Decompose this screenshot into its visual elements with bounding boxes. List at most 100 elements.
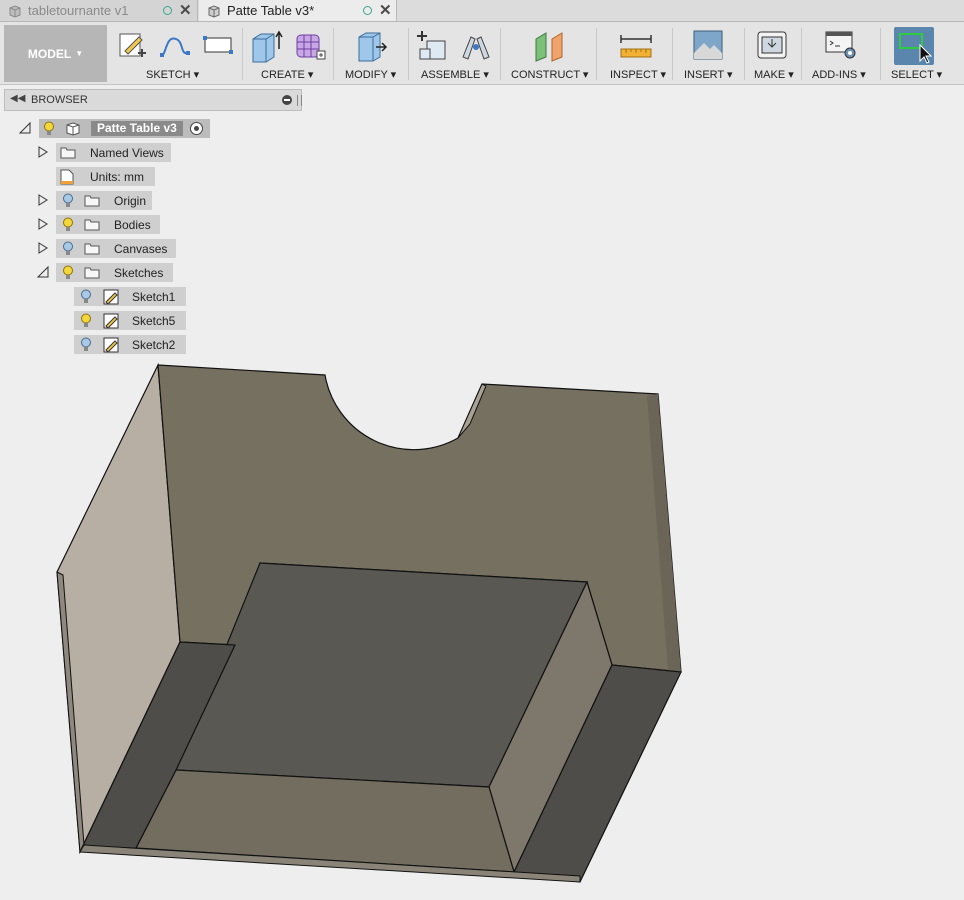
- group-label: MODIFY: [345, 69, 388, 81]
- browser-node-sketches[interactable]: Sketches: [56, 263, 173, 282]
- chevron-down-icon: ▼: [75, 49, 84, 58]
- node-label: Canvases: [114, 242, 168, 256]
- browser-title: BROWSER: [31, 94, 88, 106]
- light-bulb-off-icon[interactable]: [62, 193, 74, 208]
- main-toolbar: MODEL ▼ SKETCH ▾ CREATE ▾ MODIFY ▾ ASSEMB…: [0, 22, 964, 85]
- document-cube-icon: [66, 122, 80, 136]
- tab-tabletournante[interactable]: tabletournante v1 ✕: [0, 0, 198, 21]
- tab-patte-table[interactable]: Patte Table v3* ✕: [199, 0, 397, 21]
- group-label: SELECT: [891, 69, 934, 81]
- group-label: ADD-INS: [812, 69, 858, 81]
- browser-node-sketch5[interactable]: Sketch5: [74, 311, 186, 330]
- collapse-browser-icon[interactable]: ◀◀: [10, 93, 25, 104]
- rectangle-icon[interactable]: [202, 29, 234, 61]
- close-tab-icon[interactable]: ✕: [179, 1, 192, 19]
- toolbar-divider: [333, 28, 334, 80]
- group-label: INSERT: [684, 69, 724, 81]
- modify-group-menu[interactable]: MODIFY ▾: [345, 68, 396, 81]
- collapsed-triangle-icon[interactable]: [36, 145, 50, 159]
- press-pull-icon[interactable]: [354, 29, 388, 63]
- minimize-panel-icon[interactable]: [282, 95, 292, 105]
- browser-node-canvases[interactable]: Canvases: [56, 239, 176, 258]
- folder-icon: [60, 147, 76, 159]
- group-label: SKETCH: [146, 69, 191, 81]
- 3d-viewport[interactable]: [0, 345, 964, 900]
- create-group-menu[interactable]: CREATE ▾: [261, 68, 313, 81]
- panel-grip-handle[interactable]: [297, 95, 302, 106]
- browser-root-node[interactable]: Patte Table v3: [39, 119, 210, 138]
- insert-group-menu[interactable]: INSERT ▾: [684, 68, 733, 81]
- document-tab-bar: tabletournante v1 ✕ Patte Table v3* ✕: [0, 0, 964, 22]
- workspace-switcher-button[interactable]: MODEL ▼: [4, 25, 107, 82]
- offset-plane-icon[interactable]: [532, 29, 568, 63]
- sync-status-icon: [163, 6, 172, 15]
- light-bulb-on-icon[interactable]: [43, 121, 55, 136]
- insert-image-icon[interactable]: [692, 29, 724, 61]
- light-bulb-off-icon[interactable]: [62, 241, 74, 256]
- group-label: ASSEMBLE: [421, 69, 481, 81]
- node-label: Named Views: [90, 146, 164, 160]
- construct-group-menu[interactable]: CONSTRUCT ▾: [511, 68, 588, 81]
- root-label: Patte Table v3: [91, 121, 183, 136]
- folder-icon: [84, 267, 100, 279]
- light-bulb-on-icon[interactable]: [62, 217, 74, 232]
- sketch-icon: [103, 289, 119, 305]
- activate-radio-icon[interactable]: [189, 121, 204, 136]
- extrude-icon[interactable]: [250, 29, 284, 63]
- node-label: Origin: [114, 194, 147, 208]
- sketch-group-menu[interactable]: SKETCH ▾: [146, 68, 199, 81]
- toolbar-divider: [672, 28, 673, 80]
- inspect-group-menu[interactable]: INSPECT ▾: [610, 68, 666, 81]
- node-label: Sketch5: [132, 314, 176, 328]
- sync-status-icon: [363, 6, 372, 15]
- toolbar-divider: [880, 28, 881, 80]
- folder-icon: [84, 195, 100, 207]
- add-ins-group-menu[interactable]: ADD-INS ▾: [812, 68, 866, 81]
- folder-icon: [84, 219, 100, 231]
- expanded-triangle-icon[interactable]: [36, 265, 50, 279]
- form-icon[interactable]: [293, 29, 327, 63]
- browser-node-sketch1[interactable]: Sketch1: [74, 287, 186, 306]
- spline-icon[interactable]: [158, 29, 192, 61]
- document-cube-icon: [9, 4, 21, 18]
- units-document-icon: [60, 169, 74, 185]
- browser-node-origin[interactable]: Origin: [56, 191, 152, 210]
- tab-label: Patte Table v3*: [227, 3, 315, 18]
- create-sketch-icon[interactable]: [117, 29, 147, 61]
- toolbar-divider: [801, 28, 802, 80]
- expanded-triangle-icon[interactable]: [18, 121, 32, 135]
- browser-node-named-views[interactable]: Named Views: [56, 143, 171, 162]
- light-bulb-on-icon[interactable]: [62, 265, 74, 280]
- close-tab-icon[interactable]: ✕: [379, 1, 392, 19]
- new-component-icon[interactable]: [415, 29, 449, 63]
- select-group-menu[interactable]: SELECT ▾: [891, 68, 942, 81]
- assemble-group-menu[interactable]: ASSEMBLE ▾: [421, 68, 489, 81]
- measure-icon[interactable]: [618, 29, 654, 61]
- make-group-menu[interactable]: MAKE ▾: [754, 68, 794, 81]
- group-label: CONSTRUCT: [511, 69, 580, 81]
- document-cube-icon: [208, 4, 220, 18]
- sketch-icon: [103, 313, 119, 329]
- light-bulb-off-icon[interactable]: [80, 289, 92, 304]
- collapsed-triangle-icon[interactable]: [36, 193, 50, 207]
- workspace-label: MODEL: [27, 46, 72, 61]
- light-bulb-on-icon[interactable]: [80, 313, 92, 328]
- collapsed-triangle-icon[interactable]: [36, 241, 50, 255]
- node-label: Sketches: [114, 266, 164, 280]
- select-window-icon: [899, 33, 933, 64]
- browser-panel-header: ◀◀ BROWSER: [4, 89, 302, 111]
- node-label: Units: mm: [90, 170, 144, 184]
- toolbar-divider: [500, 28, 501, 80]
- collapsed-triangle-icon[interactable]: [36, 217, 50, 231]
- 3d-print-icon[interactable]: [756, 29, 788, 61]
- group-label: INSPECT: [610, 69, 658, 81]
- toolbar-divider: [744, 28, 745, 80]
- browser-node-bodies[interactable]: Bodies: [56, 215, 160, 234]
- group-label: CREATE: [261, 69, 305, 81]
- joint-icon[interactable]: [460, 29, 492, 63]
- folder-icon: [84, 243, 100, 255]
- browser-node-units[interactable]: Units: mm: [56, 167, 155, 186]
- scripts-addins-icon[interactable]: [824, 29, 858, 61]
- tab-label: tabletournante v1: [28, 3, 129, 18]
- select-button[interactable]: [894, 27, 934, 65]
